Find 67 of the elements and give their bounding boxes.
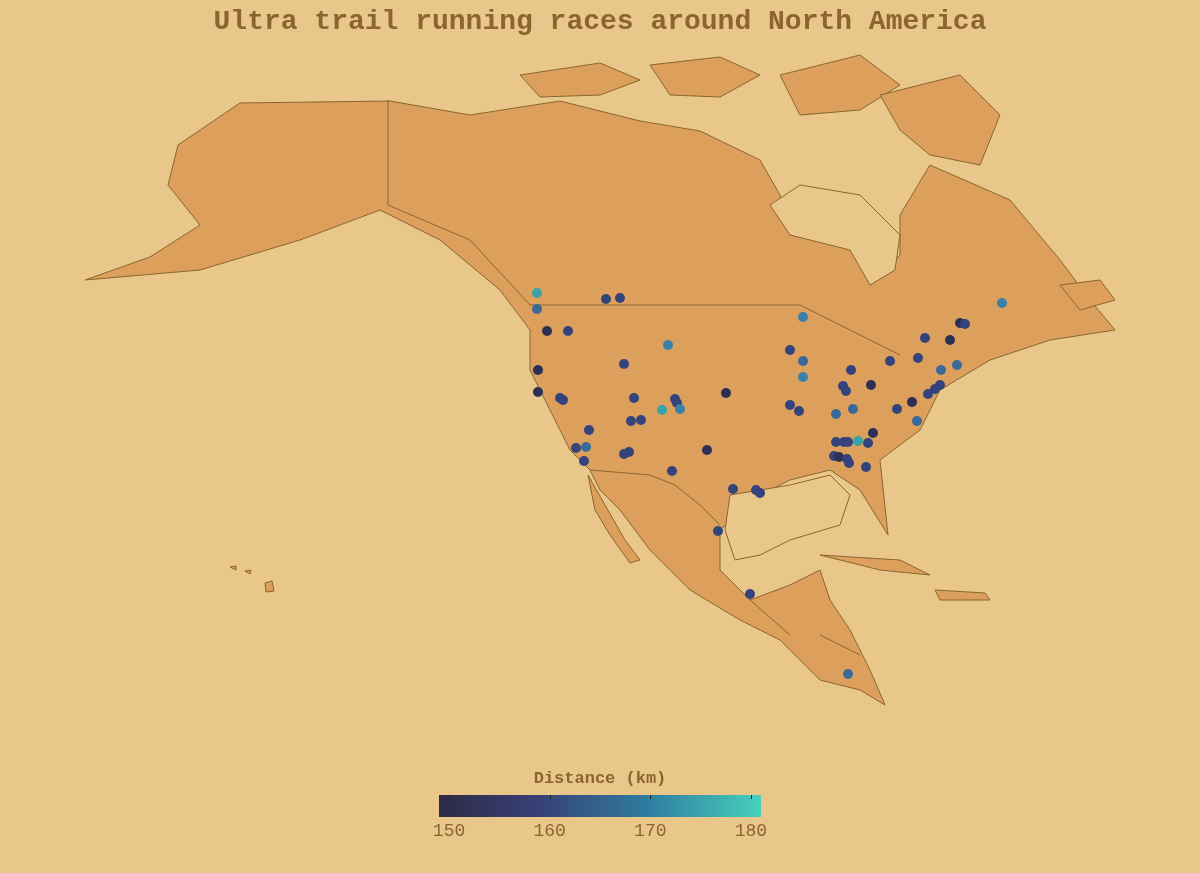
race-marker — [702, 445, 712, 455]
race-marker — [745, 589, 755, 599]
race-marker — [834, 452, 844, 462]
race-marker — [542, 326, 552, 336]
race-marker — [619, 359, 629, 369]
race-marker — [960, 319, 970, 329]
tick-label: 150 — [432, 821, 466, 841]
race-marker — [843, 669, 853, 679]
race-marker — [624, 447, 634, 457]
race-marker — [853, 436, 863, 446]
race-marker — [794, 406, 804, 416]
race-marker — [798, 356, 808, 366]
race-marker — [912, 416, 922, 426]
race-marker — [667, 466, 677, 476]
race-marker — [892, 404, 902, 414]
race-marker — [997, 298, 1007, 308]
race-marker — [675, 404, 685, 414]
race-marker — [533, 365, 543, 375]
race-marker — [584, 425, 594, 435]
race-marker — [629, 393, 639, 403]
race-marker — [861, 462, 871, 472]
race-marker — [844, 458, 854, 468]
race-marker — [563, 326, 573, 336]
race-marker — [831, 409, 841, 419]
race-marker — [945, 335, 955, 345]
race-marker — [923, 389, 933, 399]
race-marker — [868, 428, 878, 438]
race-marker — [615, 293, 625, 303]
race-marker — [785, 345, 795, 355]
island-drawing — [229, 565, 275, 593]
race-marker — [936, 365, 946, 375]
race-marker — [866, 380, 876, 390]
race-marker — [907, 397, 917, 407]
race-marker — [533, 387, 543, 397]
race-marker — [626, 416, 636, 426]
race-marker — [831, 437, 841, 447]
race-marker — [636, 415, 646, 425]
race-marker — [841, 386, 851, 396]
race-marker — [935, 380, 945, 390]
race-marker — [952, 360, 962, 370]
race-marker — [579, 456, 589, 466]
race-marker — [785, 400, 795, 410]
race-marker — [571, 443, 581, 453]
race-marker — [798, 312, 808, 322]
race-marker — [843, 437, 853, 447]
tick-label: 160 — [533, 821, 566, 841]
race-marker — [713, 526, 723, 536]
colorbar-title: Distance (km) — [533, 769, 667, 789]
race-marker — [581, 442, 591, 452]
race-marker — [920, 333, 930, 343]
race-marker — [657, 405, 667, 415]
race-marker — [913, 353, 923, 363]
race-marker — [863, 438, 873, 448]
tick-label: 180 — [734, 821, 768, 841]
race-marker — [532, 288, 542, 298]
race-marker — [532, 304, 542, 314]
race-marker — [848, 404, 858, 414]
race-marker — [846, 365, 856, 375]
race-marker — [798, 372, 808, 382]
race-marker — [721, 388, 731, 398]
race-marker — [885, 356, 895, 366]
race-marker — [728, 484, 738, 494]
race-marker — [663, 340, 673, 350]
chart-title: Ultra trail running races around North America — [213, 5, 987, 39]
race-marker — [601, 294, 611, 304]
tick-label: 170 — [634, 821, 667, 841]
race-marker — [755, 488, 765, 498]
